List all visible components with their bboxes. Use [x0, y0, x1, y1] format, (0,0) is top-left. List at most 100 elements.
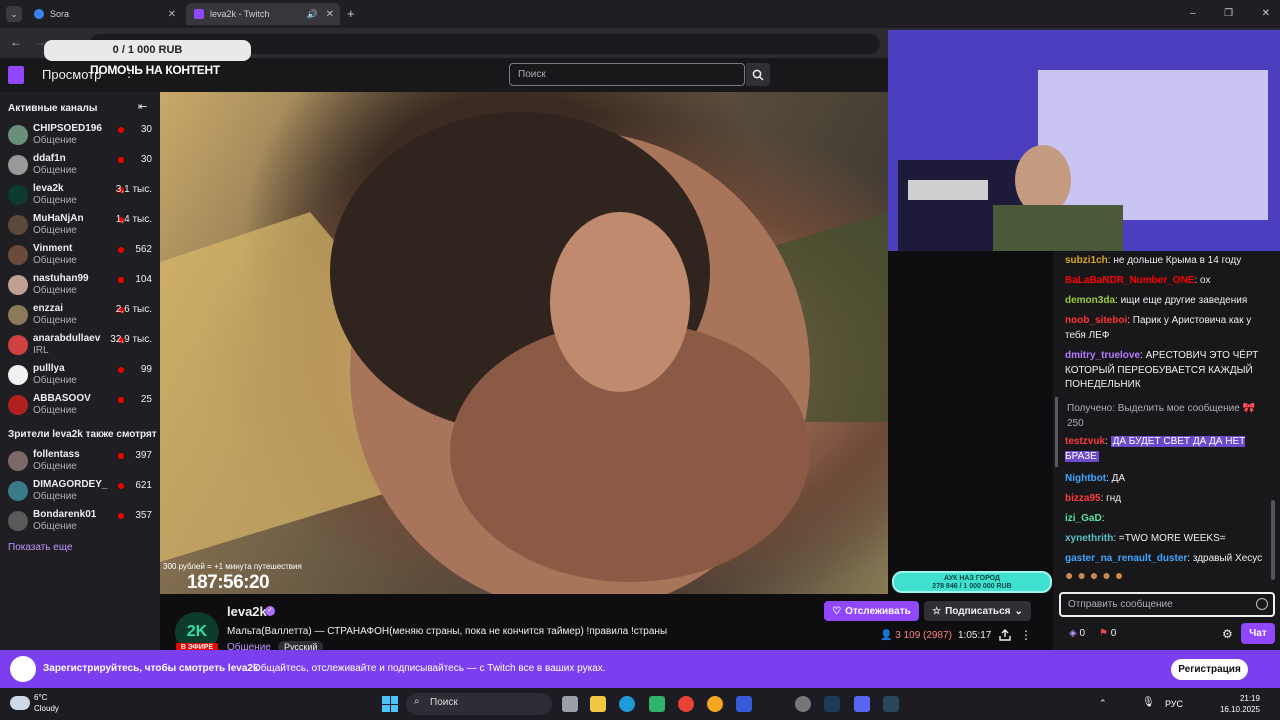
sidebar-channel[interactable]: enzzai Общение 2,6 тыс.: [0, 300, 160, 330]
chat-text: ДА: [1111, 473, 1126, 484]
redemption-cost: 250: [1067, 418, 1084, 429]
streamer-name[interactable]: leva2k: [227, 604, 267, 619]
close-window-icon[interactable]: ✕: [1262, 8, 1270, 20]
chat-username[interactable]: xynethrith: [1065, 533, 1113, 544]
follow-button[interactable]: ♡ Отслеживать: [824, 601, 919, 621]
sidebar-channel[interactable]: leva2k Общение 3,1 тыс.: [0, 180, 160, 210]
gear-icon[interactable]: ⚙: [1222, 627, 1233, 641]
microphone-icon[interactable]: 🎙: [1142, 697, 1155, 708]
chat-message: izi_GaD:: [1065, 512, 1267, 527]
search-input[interactable]: Поиск: [509, 63, 745, 86]
restore-icon[interactable]: ❐: [1224, 8, 1233, 20]
cloud-icon[interactable]: [10, 696, 30, 710]
sidebar-channel[interactable]: follentass Общение 397: [0, 446, 160, 476]
channel-name: ABBASOOV: [33, 393, 91, 404]
chat-send-button[interactable]: Чат: [1241, 623, 1275, 644]
auction-amount: 278 846 / 1 000 000 RUB: [932, 583, 1012, 590]
channel-name: ddaf1n: [33, 153, 66, 164]
sora-favicon-icon: [34, 9, 44, 19]
channel-avatar: [8, 215, 28, 235]
channel-category: Общение: [33, 165, 77, 176]
minimize-icon[interactable]: –: [1190, 8, 1196, 20]
steam-icon[interactable]: [883, 696, 899, 712]
stats-app-icon[interactable]: [736, 696, 752, 712]
channel-name: enzzai: [33, 303, 64, 314]
bits-counter[interactable]: ⚑ 0: [1099, 628, 1116, 639]
close-icon[interactable]: ✕: [326, 9, 334, 20]
subscribe-button[interactable]: ☆ Подписаться ⌄: [924, 601, 1031, 621]
new-tab-button[interactable]: +: [347, 6, 355, 21]
channel-name: pulllya: [33, 363, 65, 374]
speaker-icon[interactable]: 🔊: [307, 9, 318, 20]
chat-username[interactable]: testzvuk: [1065, 436, 1105, 447]
sidebar-channel[interactable]: pulllya Общение 99: [0, 360, 160, 390]
channel-category: Общение: [33, 135, 77, 146]
chat-username[interactable]: BaLaBaNDR_Number_ONE: [1065, 275, 1194, 286]
person-icon: 👤: [880, 630, 893, 641]
app-icon[interactable]: [795, 696, 811, 712]
live-dot-icon: [118, 483, 124, 489]
live-dot-icon: [118, 513, 124, 519]
app-icon[interactable]: [707, 696, 723, 712]
viewer-count-value: 3 109 (2987): [895, 630, 952, 641]
sidebar-channel[interactable]: CHIPSOED196 Общение 30: [0, 120, 160, 150]
task-view-icon[interactable]: [562, 696, 578, 712]
sidebar-channel[interactable]: DIMAGORDEY_ Общение 621: [0, 476, 160, 506]
chat-input[interactable]: Отправить сообщение: [1059, 592, 1275, 617]
sidebar-channel[interactable]: nastuhan99 Общение 104: [0, 270, 160, 300]
clock[interactable]: 21:19 16.10.2025: [1200, 693, 1260, 715]
show-more-link[interactable]: Показать еще: [8, 542, 73, 553]
channel-points[interactable]: ◈ 0: [1069, 628, 1085, 639]
discord-icon[interactable]: [854, 696, 870, 712]
windows-taskbar: [0, 688, 1280, 720]
sidebar-channel[interactable]: ddaf1n Общение 30: [0, 150, 160, 180]
chrome-icon[interactable]: [678, 696, 694, 712]
chat-text: ох: [1200, 275, 1211, 286]
chevron-up-icon[interactable]: ⌃: [1099, 698, 1107, 709]
steam-icon[interactable]: [824, 696, 840, 712]
register-button[interactable]: Регистрация: [1171, 659, 1248, 680]
sidebar-channel[interactable]: ABBASOOV Общение 25: [0, 390, 160, 420]
windows-start-icon[interactable]: [382, 696, 398, 712]
collapse-sidebar-icon[interactable]: ⇤: [138, 100, 147, 113]
channel-category: Общение: [33, 375, 77, 386]
twitch-logo-icon[interactable]: [8, 66, 24, 84]
sidebar-channel[interactable]: Vinment Общение 562: [0, 240, 160, 270]
travel-timer: 187:56:20: [187, 572, 270, 593]
app-icon[interactable]: [649, 696, 665, 712]
channel-viewers: 562: [135, 244, 152, 255]
tab-list-button[interactable]: ⌄: [6, 6, 22, 22]
sidebar-channel[interactable]: anarabdullaev IRL 32,9 тыс.: [0, 330, 160, 360]
channel-name: nastuhan99: [33, 273, 89, 284]
sidebar-channel[interactable]: Bondarenk01 Общение 357: [0, 506, 160, 536]
close-icon[interactable]: ✕: [168, 9, 176, 20]
video-player[interactable]: [160, 92, 888, 594]
chat-username[interactable]: noob_siteboi: [1065, 315, 1127, 326]
chat-username[interactable]: dmitry_truelove: [1065, 350, 1140, 361]
emote-picker-icon[interactable]: [1256, 598, 1268, 610]
channel-avatar: [8, 365, 28, 385]
chat-username[interactable]: demon3da: [1065, 295, 1115, 306]
chat-scrollbar[interactable]: [1271, 500, 1275, 580]
browser-tab-sora[interactable]: Sora ✕: [26, 3, 182, 25]
channel-category: Общение: [33, 225, 77, 236]
taskbar-search[interactable]: ⌕ Поиск: [406, 693, 552, 715]
more-options-icon[interactable]: ⋮: [1020, 628, 1032, 642]
edge-icon[interactable]: [619, 696, 635, 712]
chat-username[interactable]: Nightbot: [1065, 473, 1106, 484]
back-icon[interactable]: ←: [10, 35, 22, 49]
chat-username[interactable]: bizza95: [1065, 493, 1101, 504]
search-button[interactable]: [746, 63, 770, 86]
file-explorer-icon[interactable]: [590, 696, 606, 712]
auction-title: АУК НАЗ ГОРОД: [943, 575, 1001, 582]
channel-name: follentass: [33, 449, 80, 460]
sidebar-channel[interactable]: MuHaNjAn Общение 1,4 тыс.: [0, 210, 160, 240]
input-language[interactable]: РУС: [1165, 699, 1183, 709]
chat-username[interactable]: gaster_na_renault_duster: [1065, 553, 1187, 564]
taskbar-search-label: Поиск: [430, 697, 458, 708]
channel-viewers: 1,4 тыс.: [115, 214, 152, 225]
chat-username[interactable]: izi_GaD: [1065, 513, 1102, 524]
share-icon[interactable]: [998, 628, 1012, 642]
chat-username[interactable]: subzi1ch: [1065, 255, 1108, 266]
browser-tab-twitch[interactable]: leva2k - Twitch 🔊 ✕: [186, 3, 340, 25]
